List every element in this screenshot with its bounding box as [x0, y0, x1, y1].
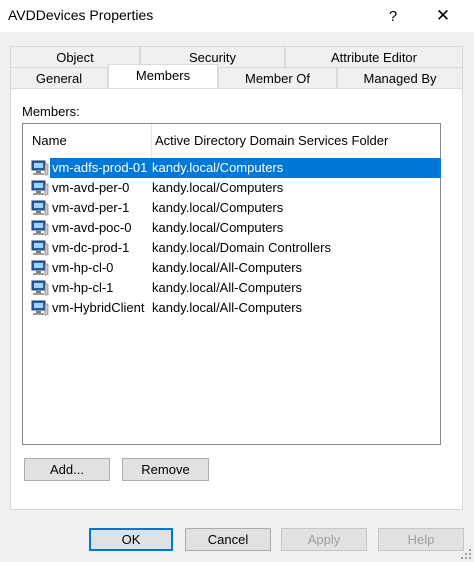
ok-button[interactable]: OK: [89, 528, 173, 551]
computer-icon: [31, 240, 49, 256]
member-name: vm-avd-poc-0: [52, 220, 132, 235]
computer-icon: [31, 180, 49, 196]
list-item[interactable]: vm-avd-per-1 kandy.local/Computers: [29, 198, 441, 218]
member-folder: kandy.local/All-Computers: [152, 300, 303, 315]
computer-icon: [31, 300, 49, 316]
column-header-folder[interactable]: Active Directory Domain Services Folder: [151, 124, 441, 158]
member-name: vm-avd-per-0: [52, 180, 130, 195]
add-button[interactable]: Add...: [24, 458, 110, 481]
tab-general[interactable]: General: [10, 67, 108, 88]
column-header-name[interactable]: Name: [32, 124, 142, 158]
list-item[interactable]: vm-hp-cl-1 kandy.local/All-Computers: [29, 278, 441, 298]
member-folder: kandy.local/Computers: [152, 180, 284, 195]
member-name: vm-adfs-prod-01: [50, 158, 150, 178]
list-item[interactable]: vm-HybridClient kandy.local/All-Computers: [29, 298, 441, 318]
computer-icon: [31, 200, 49, 216]
close-button[interactable]: ✕: [420, 0, 466, 32]
help-button[interactable]: Help: [378, 528, 464, 551]
member-folder: kandy.local/Computers: [152, 200, 284, 215]
member-name: vm-avd-per-1: [52, 200, 130, 215]
member-folder: kandy.local/Computers: [152, 220, 284, 235]
member-folder: kandy.local/All-Computers: [152, 280, 303, 295]
member-name: vm-HybridClient: [52, 300, 145, 315]
window-title: AVDDevices Properties: [8, 7, 154, 23]
computer-icon: [31, 280, 49, 296]
computer-icon: [31, 220, 49, 236]
tab-managed-by[interactable]: Managed By: [337, 67, 463, 88]
tab-attribute-editor[interactable]: Attribute Editor: [285, 46, 463, 67]
computer-icon: [31, 260, 49, 276]
cancel-button[interactable]: Cancel: [185, 528, 271, 551]
close-icon: ✕: [435, 6, 451, 25]
member-name: vm-hp-cl-0: [52, 260, 114, 275]
list-item[interactable]: vm-avd-poc-0 kandy.local/Computers: [29, 218, 441, 238]
remove-button[interactable]: Remove: [122, 458, 209, 481]
list-item[interactable]: vm-avd-per-0 kandy.local/Computers: [29, 178, 441, 198]
computer-icon: [31, 160, 49, 176]
help-title-button[interactable]: ?: [370, 0, 416, 32]
member-name: vm-dc-prod-1: [52, 240, 130, 255]
list-item[interactable]: vm-dc-prod-1 kandy.local/Domain Controlle…: [29, 238, 441, 258]
list-item[interactable]: vm-adfs-prod-01 kandy.local/Computers: [29, 158, 441, 178]
tab-member-of[interactable]: Member Of: [218, 67, 337, 88]
members-list[interactable]: Name Active Directory Domain Services Fo…: [22, 123, 441, 445]
member-folder: kandy.local/Computers: [152, 160, 284, 175]
apply-button[interactable]: Apply: [281, 528, 367, 551]
list-item[interactable]: vm-hp-cl-0 kandy.local/All-Computers: [29, 258, 441, 278]
members-label: Members:: [22, 104, 80, 119]
title-bar: AVDDevices Properties ? ✕: [0, 0, 474, 32]
member-folder: kandy.local/Domain Controllers: [152, 240, 331, 255]
help-icon: ?: [388, 7, 398, 25]
tab-members[interactable]: Members: [108, 64, 218, 88]
member-folder: kandy.local/All-Computers: [152, 260, 303, 275]
member-name: vm-hp-cl-1: [52, 280, 114, 295]
